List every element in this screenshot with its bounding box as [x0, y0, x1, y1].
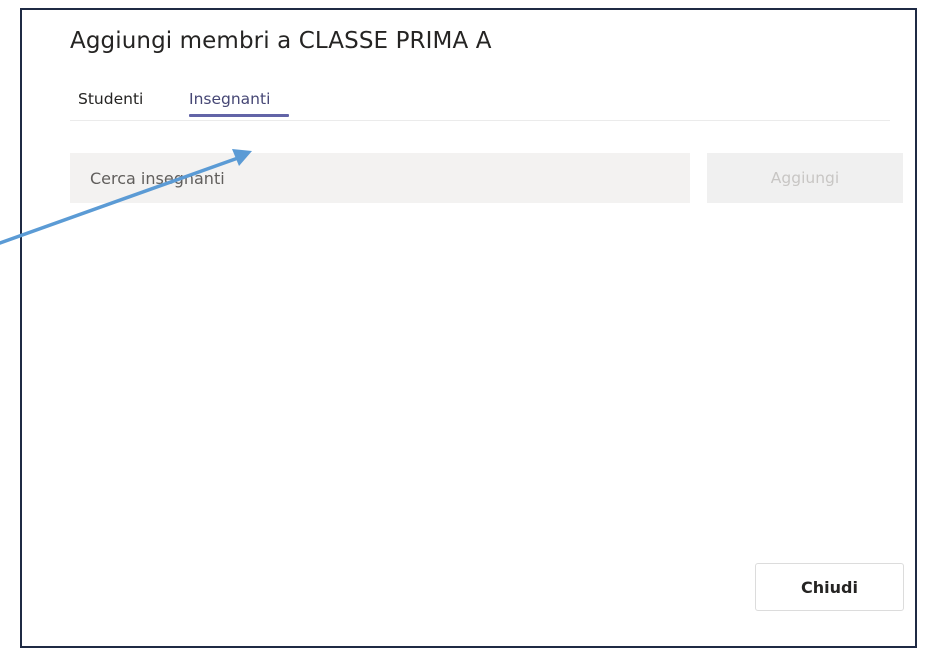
search-teachers-input[interactable]	[70, 153, 690, 203]
add-button[interactable]: Aggiungi	[707, 153, 903, 203]
active-tab-indicator	[189, 114, 289, 117]
tab-studenti[interactable]: Studenti	[78, 90, 143, 108]
tab-bar: Studenti Insegnanti	[70, 88, 890, 121]
tab-insegnanti[interactable]: Insegnanti	[189, 90, 270, 108]
dialog-title: Aggiungi membri a CLASSE PRIMA A	[70, 28, 492, 54]
close-button[interactable]: Chiudi	[755, 563, 904, 611]
